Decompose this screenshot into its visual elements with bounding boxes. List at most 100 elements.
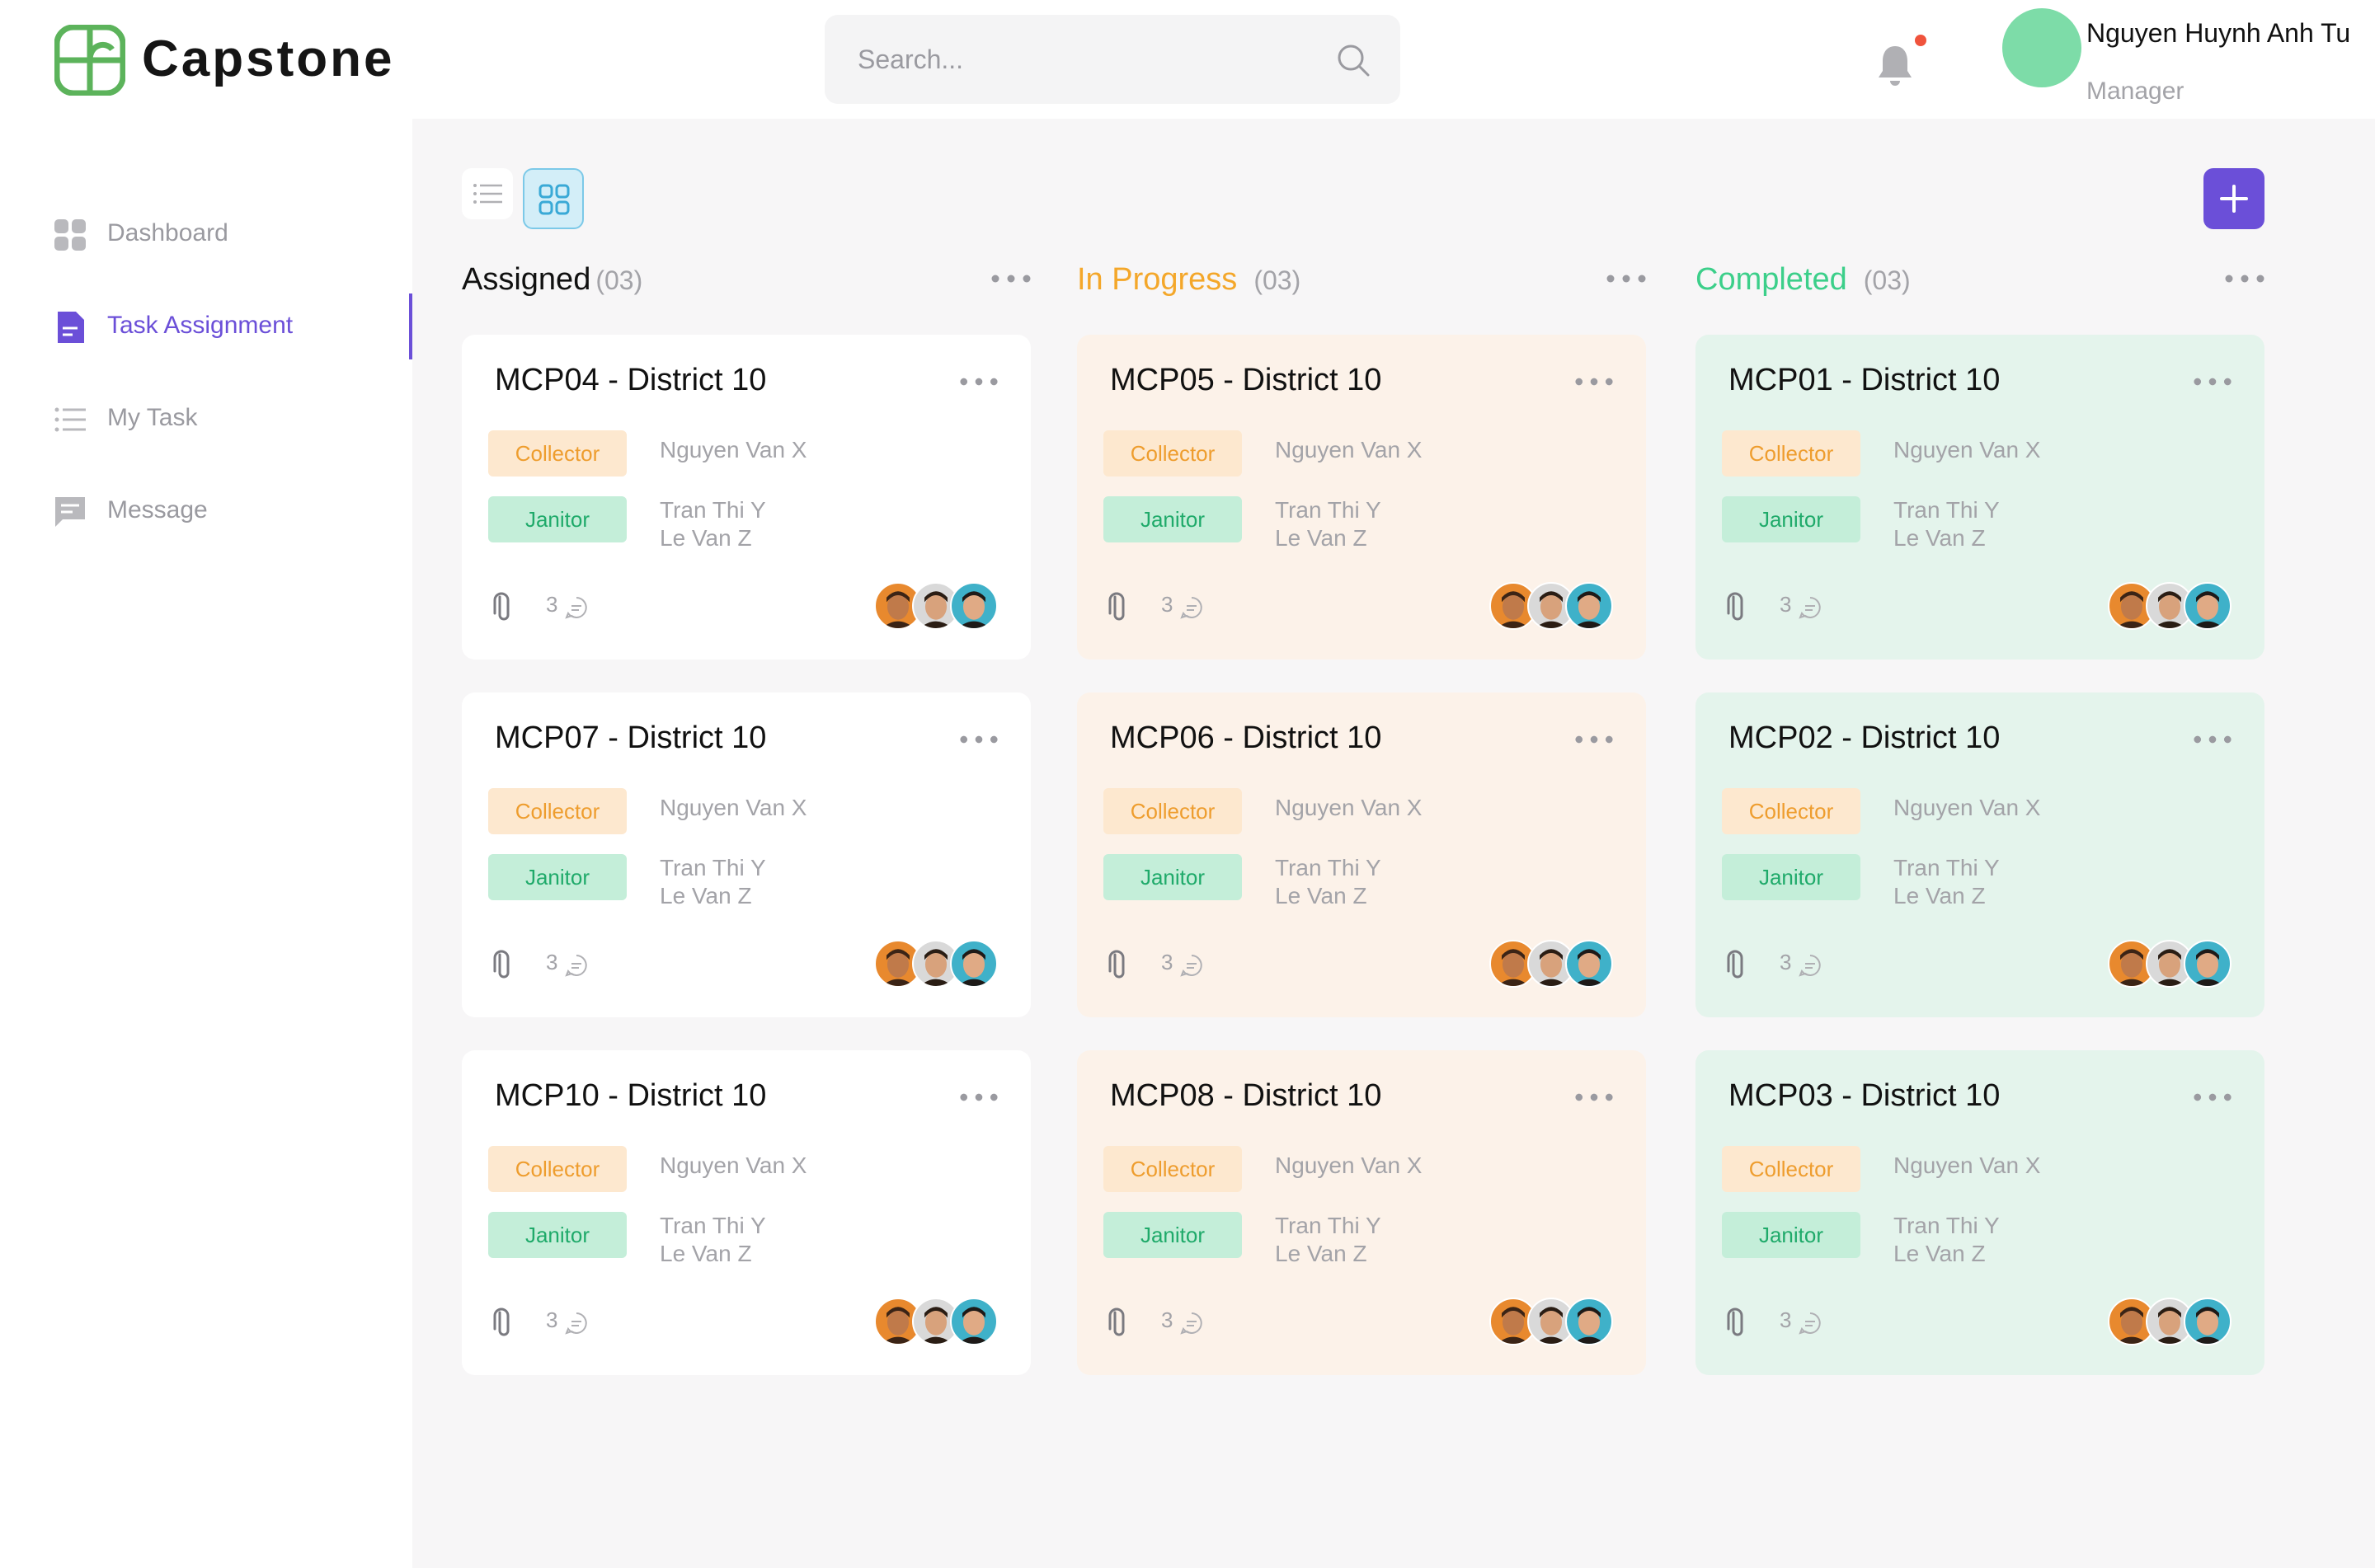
assignee-avatar[interactable] [1565,940,1613,988]
janitor-tag: Janitor [1103,1212,1242,1258]
assignee-avatars [2108,1298,2232,1347]
comment-icon[interactable] [1798,595,1822,620]
card-more-icon[interactable] [2192,734,2233,745]
assignee-avatar[interactable] [950,1298,998,1345]
comment-icon[interactable] [1179,595,1204,620]
janitor-names: Tran Thi Y Le Van Z [1275,854,1381,910]
task-card[interactable]: MCP02 - District 10 Collector Nguyen Van X… [1695,692,2264,1017]
janitor-names: Tran Thi Y Le Van Z [660,1212,766,1268]
search-icon[interactable] [1336,43,1371,77]
janitor-name: Tran Thi Y [1275,497,1381,523]
task-card[interactable]: MCP06 - District 10 Collector Nguyen Van X… [1077,692,1646,1017]
janitor-tag: Janitor [1103,496,1242,542]
task-card[interactable]: MCP01 - District 10 Collector Nguyen Van X… [1695,335,2264,660]
sidebar-item-my-task[interactable]: My Task [0,386,412,452]
janitor-name: Tran Thi Y [1275,1213,1381,1238]
assignee-avatar[interactable] [950,940,998,988]
janitor-names: Tran Thi Y Le Van Z [1275,1212,1381,1268]
card-more-icon[interactable] [1573,734,1615,745]
assignee-avatar[interactable] [1565,582,1613,630]
attachment-icon[interactable] [491,948,515,981]
collector-tag: Collector [1722,788,1860,834]
attachment-icon[interactable] [1107,948,1130,981]
column-more-icon[interactable] [1605,272,1648,285]
task-card[interactable]: MCP04 - District 10 Collector Nguyen Van X… [462,335,1031,660]
attachment-icon[interactable] [1107,1306,1130,1339]
assignee-avatar[interactable] [2184,582,2232,630]
bell-icon[interactable] [1875,41,1915,87]
janitor-name: Tran Thi Y [1893,855,2000,880]
comment-icon[interactable] [1179,953,1204,978]
collector-name: Nguyen Van X [1893,1153,2041,1178]
grid-view-button[interactable] [523,168,584,229]
attachment-icon[interactable] [491,1306,515,1339]
collector-tag: Collector [1103,430,1242,477]
comment-icon[interactable] [1798,1311,1822,1336]
column-more-icon[interactable] [2223,272,2266,285]
attachment-icon[interactable] [1725,1306,1748,1339]
collector-name: Nguyen Van X [1893,437,2041,462]
search-input[interactable] [858,40,1319,79]
search-box[interactable] [825,15,1400,104]
sidebar-item-message[interactable]: Message [0,478,412,544]
add-task-button[interactable] [2203,168,2264,229]
janitor-names: Tran Thi Y Le Van Z [1275,496,1381,552]
collector-name: Nguyen Van X [1275,1153,1423,1178]
sidebar-item-task-assignment[interactable]: Task Assignment [0,293,412,359]
task-card[interactable]: MCP05 - District 10 Collector Nguyen Van X… [1077,335,1646,660]
card-more-icon[interactable] [2192,1091,2233,1103]
card-more-icon[interactable] [1573,1091,1615,1103]
janitor-name: Le Van Z [1893,525,1986,551]
assignee-avatars [1489,940,1613,989]
assignee-avatars [874,1298,998,1347]
card-title: MCP05 - District 10 [1110,363,1382,397]
assignee-avatar[interactable] [950,582,998,630]
comment-count: 3 [546,1307,558,1332]
card-more-icon[interactable] [958,734,999,745]
column-header: Assigned (03) [462,262,642,303]
comment-icon[interactable] [564,953,589,978]
card-more-icon[interactable] [958,376,999,387]
notification-badge [1915,35,1926,46]
assignee-avatar[interactable] [2184,1298,2232,1345]
card-more-icon[interactable] [2192,376,2233,387]
column-count: (03) [1253,265,1301,295]
comment-icon[interactable] [564,595,589,620]
task-card[interactable]: MCP08 - District 10 Collector Nguyen Van X… [1077,1050,1646,1375]
assignee-avatar[interactable] [2184,940,2232,988]
collector-tag: Collector [1722,1146,1860,1192]
sidebar-item-label: Message [107,496,208,523]
attachment-icon[interactable] [491,590,515,623]
collector-tag: Collector [488,1146,627,1192]
comment-count: 3 [1780,592,1792,617]
card-more-icon[interactable] [1573,376,1615,387]
janitor-name: Le Van Z [1893,883,1986,908]
collector-name: Nguyen Van X [660,795,807,820]
task-card[interactable]: MCP10 - District 10 Collector Nguyen Van X… [462,1050,1031,1375]
card-title: MCP01 - District 10 [1728,363,2001,397]
task-card[interactable]: MCP07 - District 10 Collector Nguyen Van X… [462,692,1031,1017]
card-title: MCP06 - District 10 [1110,721,1382,755]
janitor-tag: Janitor [1103,854,1242,900]
brand-name: Capstone [142,31,395,87]
comment-icon[interactable] [1798,953,1822,978]
dashboard-icon [54,219,86,251]
column-header: Completed (03) [1695,262,1911,303]
janitor-tag: Janitor [488,1212,627,1258]
comment-count: 3 [1161,950,1173,974]
user-avatar[interactable] [2002,8,2081,87]
janitor-tag: Janitor [488,854,627,900]
janitor-name: Le Van Z [660,883,752,908]
column-more-icon[interactable] [990,272,1032,285]
list-view-button[interactable] [462,168,513,219]
sidebar-item-dashboard[interactable]: Dashboard [0,201,412,267]
assignee-avatar[interactable] [1565,1298,1613,1345]
assignee-avatars [2108,940,2232,989]
attachment-icon[interactable] [1107,590,1130,623]
attachment-icon[interactable] [1725,590,1748,623]
task-card[interactable]: MCP03 - District 10 Collector Nguyen Van X… [1695,1050,2264,1375]
attachment-icon[interactable] [1725,948,1748,981]
card-more-icon[interactable] [958,1091,999,1103]
comment-icon[interactable] [1179,1311,1204,1336]
comment-icon[interactable] [564,1311,589,1336]
